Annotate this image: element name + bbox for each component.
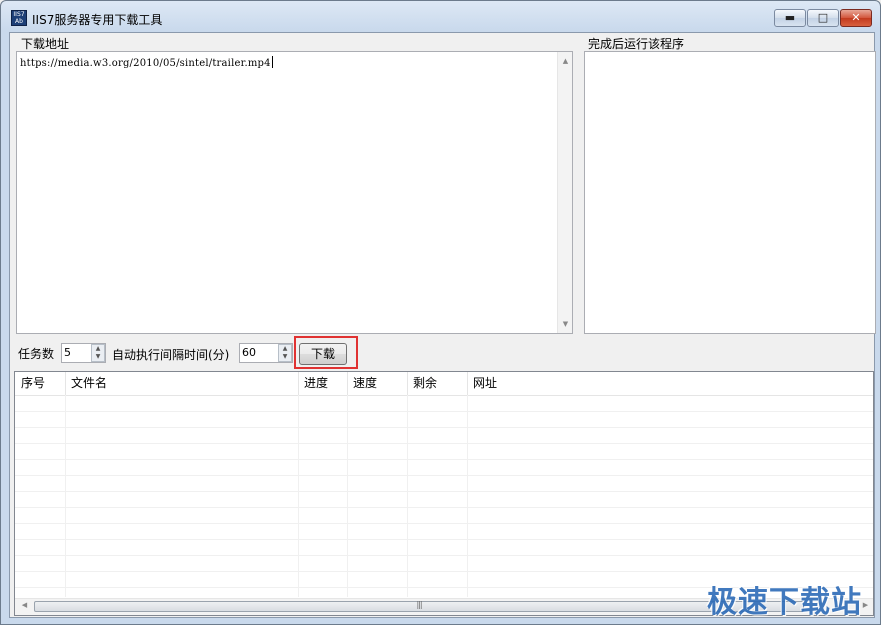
download-url-textarea[interactable]: https://media.w3.org/2010/05/sintel/trai… — [16, 51, 573, 334]
grid-row-line — [15, 555, 873, 556]
minimize-button[interactable]: ▬ — [774, 9, 806, 27]
task-list-header: 序号 文件名 进度 速度 剩余 网址 — [15, 372, 873, 396]
window-title: IIS7服务器专用下载工具 — [32, 13, 163, 27]
column-header-index[interactable]: 序号 — [15, 372, 65, 395]
spin-up-icon[interactable]: ▲ — [92, 345, 104, 353]
post-run-program-textarea[interactable] — [584, 51, 876, 334]
grid-column-line — [347, 395, 348, 597]
grid-row-line — [15, 523, 873, 524]
client-area: 下载地址 https://media.w3.org/2010/05/sintel… — [9, 32, 876, 618]
watermark-logo: 极速下载站 — [707, 585, 862, 620]
scroll-left-arrow-icon[interactable]: ◀ — [17, 601, 32, 609]
close-button[interactable]: ✕ — [840, 9, 872, 27]
column-header-progress[interactable]: 进度 — [298, 372, 347, 395]
tasks-label: 任务数 — [18, 347, 55, 361]
spin-up-icon[interactable]: ▲ — [279, 345, 291, 353]
maximize-icon: □ — [817, 11, 829, 24]
column-header-url[interactable]: 网址 — [467, 372, 767, 395]
download-button[interactable]: 下载 — [299, 343, 347, 365]
grid-row-line — [15, 539, 873, 540]
interval-label: 自动执行间隔时间(分) — [112, 348, 230, 362]
grid-row-line — [15, 475, 873, 476]
grid-row-line — [15, 443, 873, 444]
maximize-button[interactable]: □ — [807, 9, 839, 27]
scroll-down-arrow-icon[interactable]: ▼ — [558, 320, 573, 328]
grid-row-line — [15, 459, 873, 460]
column-divider[interactable] — [65, 372, 66, 395]
grid-column-line — [467, 395, 468, 597]
spin-down-icon[interactable]: ▼ — [279, 353, 291, 361]
close-icon: ✕ — [851, 11, 861, 24]
grid-row-line — [15, 571, 873, 572]
grid-row-line — [15, 427, 873, 428]
scroll-thumb[interactable]: ||| — [34, 600, 804, 612]
grid-column-line — [298, 395, 299, 597]
app-icon: IIS7 Ab — [11, 10, 27, 26]
column-divider[interactable] — [467, 372, 468, 395]
spin-down-icon[interactable]: ▼ — [92, 353, 104, 361]
grid-row-line — [15, 411, 873, 412]
download-url-label: 下载地址 — [21, 37, 70, 51]
column-header-remaining[interactable]: 剩余 — [407, 372, 467, 395]
column-header-filename[interactable]: 文件名 — [65, 372, 298, 395]
column-header-speed[interactable]: 速度 — [347, 372, 407, 395]
title-bar[interactable]: IIS7 Ab IIS7服务器专用下载工具 ▬ □ ✕ — [1, 1, 880, 33]
download-url-text: https://media.w3.org/2010/05/sintel/trai… — [20, 56, 273, 69]
scroll-grip-icon: ||| — [416, 600, 422, 609]
column-divider[interactable] — [347, 372, 348, 395]
grid-row-line — [15, 491, 873, 492]
grid-column-line — [407, 395, 408, 597]
column-divider[interactable] — [407, 372, 408, 395]
text-caret — [271, 56, 273, 68]
scroll-up-arrow-icon[interactable]: ▲ — [558, 57, 573, 65]
post-run-label: 完成后运行该程序 — [588, 37, 685, 51]
tasks-spinner[interactable]: ▲ ▼ — [91, 344, 105, 362]
grid-row-line — [15, 507, 873, 508]
minimize-icon: ▬ — [784, 11, 796, 24]
interval-spinner[interactable]: ▲ ▼ — [278, 344, 292, 362]
app-window: IIS7 Ab IIS7服务器专用下载工具 ▬ □ ✕ 下载地址 https:/… — [0, 0, 881, 625]
grid-column-line — [65, 395, 66, 597]
url-vertical-scrollbar[interactable]: ▲ ▼ — [557, 52, 572, 333]
column-divider[interactable] — [298, 372, 299, 395]
